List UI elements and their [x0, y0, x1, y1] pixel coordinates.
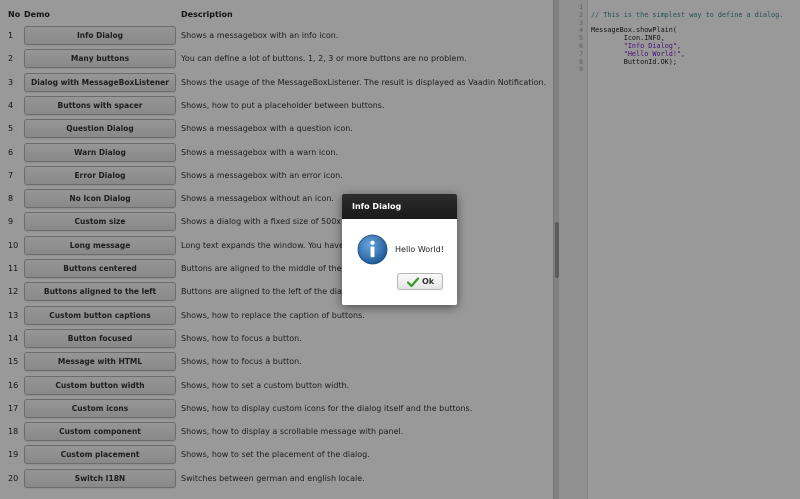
dialog-message: Hello World! — [395, 245, 444, 254]
ok-button[interactable]: Ok — [397, 273, 443, 290]
ok-label: Ok — [422, 277, 435, 286]
info-dialog: Info Dialog Hello World! Ok — [342, 194, 457, 305]
dialog-title: Info Dialog — [342, 194, 457, 219]
checkmark-icon — [407, 277, 419, 287]
info-icon — [357, 234, 388, 265]
